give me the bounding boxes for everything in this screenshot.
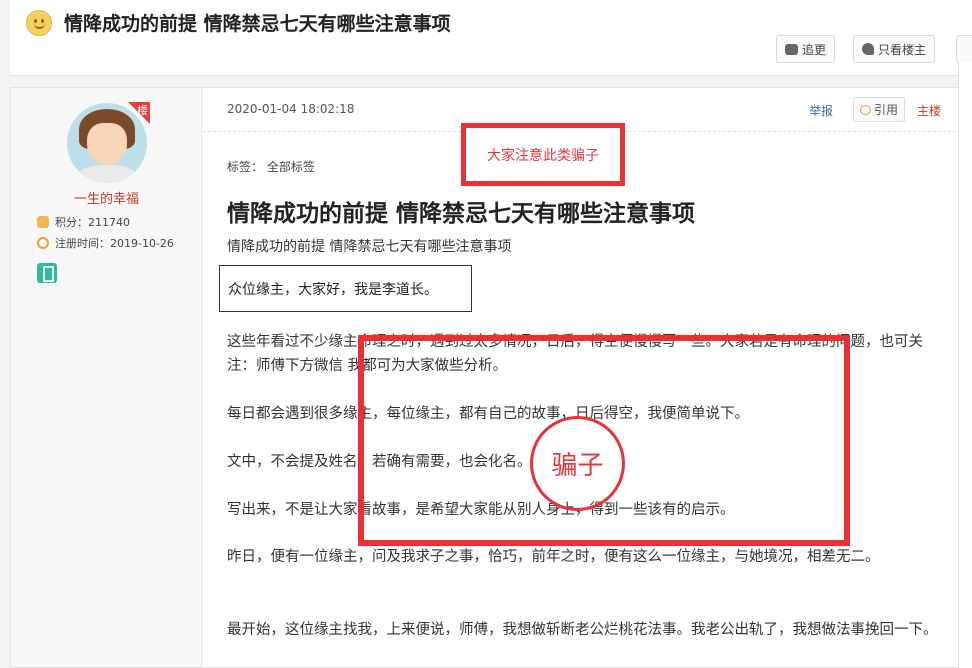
post-card: 楼 一生的幸福 积分：211740 注册时间：2019-10-26 2020-0… [10, 87, 972, 668]
quote-label: 引用 [874, 103, 899, 117]
thread-title: 情降成功的前提 情降禁忌七天有哪些注意事项 [64, 13, 451, 35]
username[interactable]: 一生的幸福 [11, 188, 202, 207]
quote-button[interactable]: 引用 [853, 97, 906, 122]
post-subtitle: 情降成功的前提 情降禁忌七天有哪些注意事项 [227, 239, 512, 255]
coin-icon [37, 216, 49, 228]
post-title: 情降成功的前提 情降禁忌七天有哪些注意事项 [227, 201, 696, 227]
only-owner-label: 只看楼主 [878, 42, 927, 57]
chat-icon [785, 43, 798, 55]
more-button[interactable] [956, 35, 972, 63]
avatar[interactable] [67, 103, 147, 183]
scrollbar-edge[interactable] [958, 62, 972, 668]
points-text: 积分：211740 [55, 216, 130, 229]
clock-icon [37, 237, 49, 249]
user-icon [862, 43, 874, 55]
paragraph: 最开始，这位缘主找我，上来便说，师傅，我想做斩断老公烂桃花法事。我老公出轨了，我… [227, 622, 938, 638]
quote-icon [860, 104, 871, 115]
thread-header: 情降成功的前提 情降禁忌七天有哪些注意事项 追更 只看楼主 [10, 0, 972, 76]
only-owner-button[interactable]: 只看楼主 [853, 35, 936, 63]
scam-stamp: 骗子 [530, 416, 625, 511]
warning-annotation: 大家注意此类骗子 [461, 123, 625, 186]
follow-label: 追更 [802, 42, 827, 57]
report-link[interactable]: 举报 [809, 102, 833, 119]
register-text: 注册时间：2019-10-26 [55, 237, 174, 250]
paragraph: 昨日，便有一位缘主，问及我求子之事，恰巧，前年之时，便有这么一位缘主，与她境况，… [227, 549, 880, 565]
mobile-icon [37, 263, 57, 283]
user-panel: 楼 一生的幸福 积分：211740 注册时间：2019-10-26 [11, 88, 202, 667]
register-row: 注册时间：2019-10-26 [37, 235, 174, 251]
post-tags: 标签： 全部标签 [227, 160, 315, 174]
follow-button[interactable]: 追更 [776, 35, 836, 63]
owner-floor-label: 主楼 [917, 104, 942, 118]
post-content: 2020-01-04 18:02:18 举报 引用 主楼 标签： 全部标签 大家… [203, 88, 971, 667]
points-row: 积分：211740 [37, 214, 130, 230]
smiley-icon [26, 10, 52, 36]
greeting-box: 众位缘主，大家好，我是李道长。 [219, 265, 472, 312]
post-date: 2020-01-04 18:02:18 [227, 102, 355, 116]
